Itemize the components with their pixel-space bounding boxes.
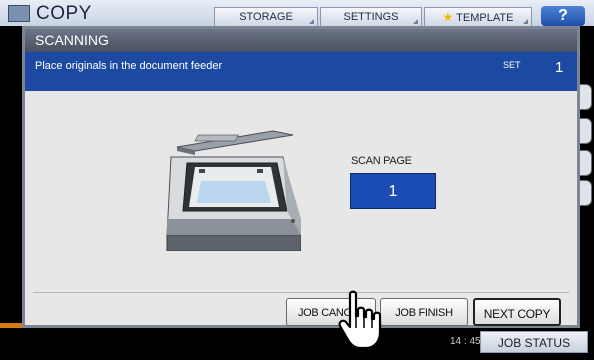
- dialog-title: SCANNING: [25, 29, 577, 52]
- side-tab: [578, 84, 592, 110]
- scanner-illustration: [166, 130, 301, 251]
- scan-page-label: SCAN PAGE: [351, 155, 412, 167]
- job-finish-button[interactable]: JOB FINISH: [380, 298, 468, 326]
- tab-template[interactable]: ★ TEMPLATE: [424, 7, 532, 26]
- hand-pointer-icon: [338, 290, 382, 350]
- star-icon: ★: [442, 10, 454, 24]
- side-tab: [578, 150, 592, 176]
- tab-storage[interactable]: STORAGE: [214, 7, 318, 26]
- clock: 14 : 45: [450, 336, 481, 347]
- tab-settings-label: SETTINGS: [343, 11, 399, 23]
- help-button[interactable]: ?: [541, 6, 585, 26]
- job-status-button[interactable]: JOB STATUS: [480, 331, 588, 353]
- tab-template-label: TEMPLATE: [456, 12, 514, 24]
- top-bar: COPY STORAGE SETTINGS ★ TEMPLATE ?: [0, 0, 594, 26]
- tab-arrow-icon: [309, 19, 314, 24]
- scan-page-count: 1: [350, 173, 436, 209]
- app-title: COPY: [36, 3, 92, 24]
- set-label: SET: [503, 60, 521, 70]
- copier-icon: [8, 5, 30, 22]
- side-tab: [578, 118, 592, 144]
- set-count: 1: [555, 59, 564, 76]
- tab-settings[interactable]: SETTINGS: [320, 7, 422, 26]
- scanning-dialog: SCANNING Place originals in the document…: [22, 26, 580, 328]
- next-copy-button[interactable]: NEXT COPY: [473, 298, 561, 326]
- instruction-message: Place originals in the document feeder: [35, 60, 223, 72]
- tab-arrow-icon: [413, 19, 418, 24]
- tab-arrow-icon: [523, 19, 528, 24]
- tab-storage-label: STORAGE: [239, 11, 293, 23]
- message-bar: Place originals in the document feeder S…: [25, 52, 577, 91]
- divider: [33, 292, 569, 293]
- side-tab: [578, 180, 592, 206]
